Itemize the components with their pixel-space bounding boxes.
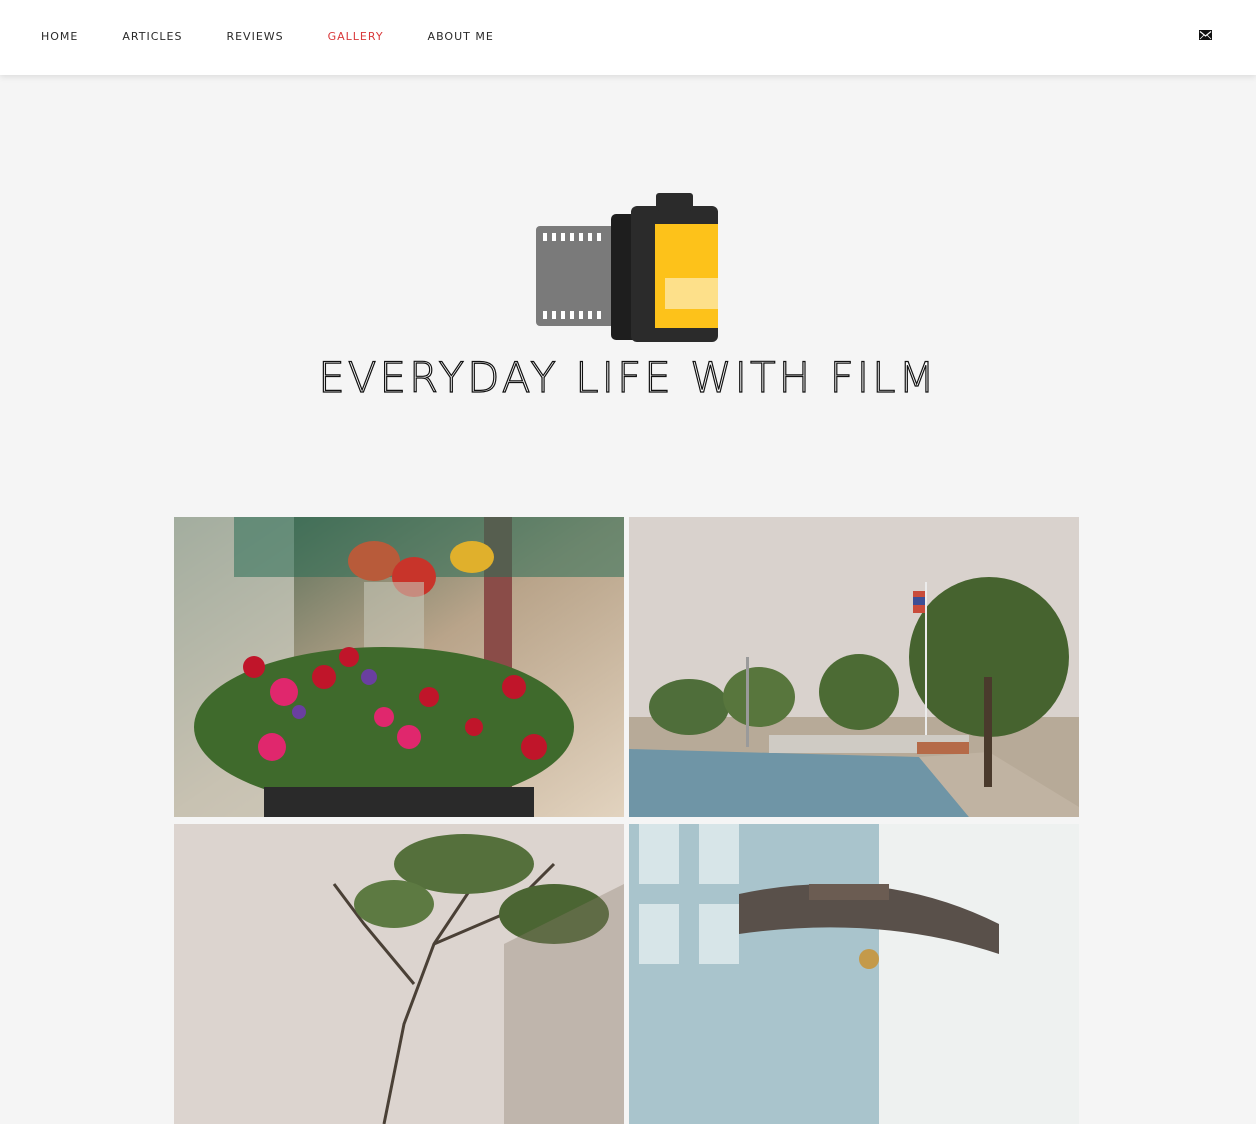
nav-articles-link[interactable]: ARTICLES (122, 30, 182, 44)
nav-reviews-link[interactable]: REVIEWS (226, 30, 283, 44)
top-navigation-bar: HOME ARTICLES REVIEWS GALLERY ABOUT ME (0, 0, 1256, 75)
nav-home-link[interactable]: HOME (41, 30, 78, 44)
gallery-photo[interactable] (629, 824, 1079, 1124)
main-nav: HOME ARTICLES REVIEWS GALLERY ABOUT ME (41, 30, 538, 44)
photo-image (174, 824, 624, 1124)
film-canister-logo[interactable] (535, 192, 720, 344)
site-title[interactable]: EVERYDAY LIFE WITH FILM (0, 352, 1256, 404)
photo-image (629, 517, 1079, 817)
photo-image (629, 824, 1079, 1124)
photo-image (174, 517, 624, 817)
mail-icon[interactable] (1199, 30, 1212, 40)
nav-gallery-link[interactable]: GALLERY (328, 30, 384, 44)
nav-about-link[interactable]: ABOUT ME (428, 30, 494, 44)
gallery-photo[interactable] (174, 517, 624, 817)
gallery-photo[interactable] (174, 824, 624, 1124)
gallery-photo[interactable] (629, 517, 1079, 817)
film-canister-icon (536, 193, 718, 342)
